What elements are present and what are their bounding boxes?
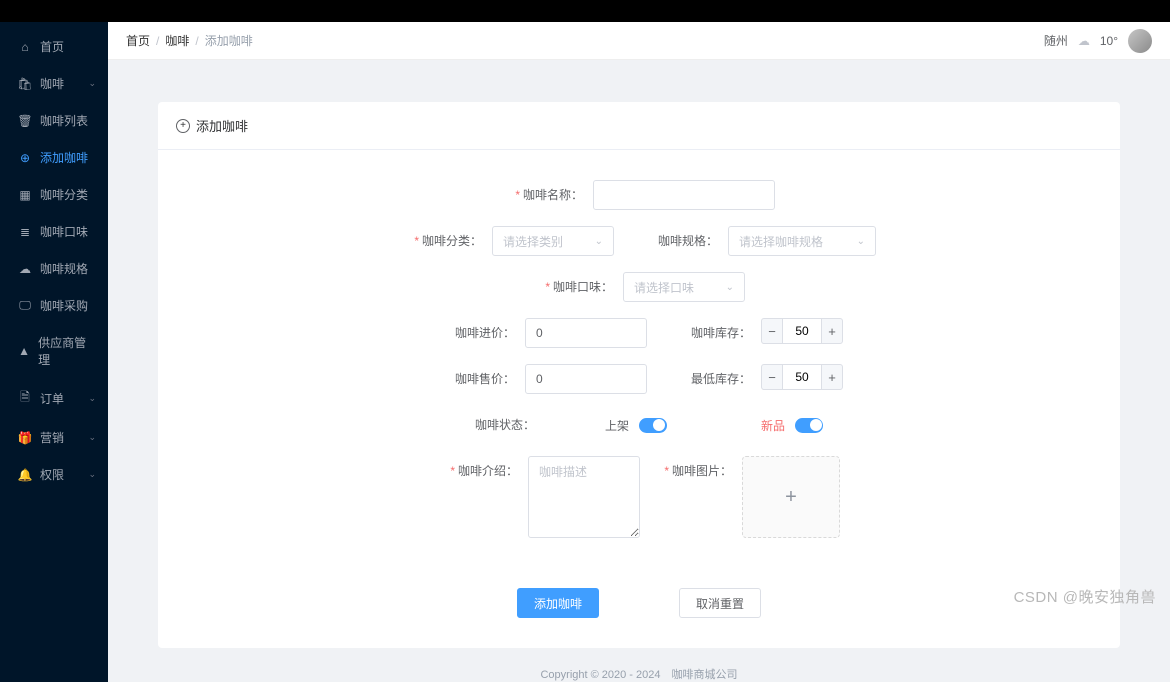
- stock-stepper[interactable]: − +: [761, 318, 843, 344]
- sidebar-item-spec[interactable]: ☁ 咖啡规格: [0, 250, 108, 287]
- weather-temp: 10°: [1100, 34, 1118, 48]
- spec-label: 咖啡规格：: [638, 226, 728, 256]
- sidebar-item-marketing[interactable]: 🎁 营销 ⌄: [0, 419, 108, 456]
- card: + 添加咖啡 咖啡名称： 咖啡分类： 请选择类别⌄: [158, 102, 1120, 648]
- desc-textarea[interactable]: [528, 456, 640, 538]
- sidebar-item-label: 营销: [40, 429, 64, 446]
- cost-input[interactable]: [525, 318, 647, 348]
- submit-button[interactable]: 添加咖啡: [517, 588, 599, 618]
- separator-icon: /: [195, 34, 198, 48]
- footer: Copyright © 2020 - 2024 咖啡商城公司: [158, 666, 1120, 682]
- chevron-down-icon: ⌄: [595, 236, 603, 247]
- stepper-minus[interactable]: −: [761, 318, 783, 344]
- person-icon: ▲: [18, 344, 30, 358]
- min-stock-input[interactable]: [783, 364, 821, 390]
- chevron-down-icon: ⌄: [88, 393, 96, 404]
- name-input[interactable]: [593, 180, 775, 210]
- breadcrumb-parent[interactable]: 咖啡: [165, 32, 189, 49]
- stepper-plus[interactable]: +: [821, 364, 843, 390]
- list-icon: ≣: [18, 225, 32, 239]
- watermark: CSDN @晚安独角兽: [1014, 586, 1156, 607]
- cost-label: 咖啡进价：: [435, 318, 525, 348]
- bell-icon: 🔔: [18, 468, 32, 482]
- new-switch[interactable]: [795, 418, 823, 433]
- grid-icon: ▦: [18, 188, 32, 202]
- sidebar-item-label: 订单: [40, 390, 64, 407]
- card-title: + 添加咖啡: [158, 102, 1120, 150]
- new-label: 新品: [761, 417, 785, 434]
- min-stock-label: 最低库存：: [671, 364, 761, 394]
- status-switch[interactable]: [639, 418, 667, 433]
- bag-icon: 🛍: [18, 77, 32, 91]
- breadcrumb-home[interactable]: 首页: [126, 32, 150, 49]
- chevron-down-icon: ⌄: [726, 282, 734, 293]
- separator-icon: /: [156, 34, 159, 48]
- plus-circle-icon: +: [176, 119, 190, 133]
- status-label: 咖啡状态：: [455, 410, 545, 440]
- stepper-minus[interactable]: −: [761, 364, 783, 390]
- chevron-down-icon: ⌄: [88, 469, 96, 480]
- chevron-down-icon: ⌄: [88, 78, 96, 89]
- stepper-plus[interactable]: +: [821, 318, 843, 344]
- price-label: 咖啡售价：: [435, 364, 525, 394]
- sidebar-item-coffee[interactable]: 🛍 咖啡 ⌄: [0, 65, 108, 102]
- stock-input[interactable]: [783, 318, 821, 344]
- sidebar-item-add-coffee[interactable]: ⊕ 添加咖啡: [0, 139, 108, 176]
- sidebar-item-supplier[interactable]: ▲ 供应商管理: [0, 324, 108, 378]
- weather-icon: ☁: [1078, 34, 1090, 48]
- sidebar-item-coffee-list[interactable]: 🗑 咖啡列表: [0, 102, 108, 139]
- sidebar-item-label: 添加咖啡: [40, 149, 88, 166]
- sidebar-item-label: 供应商管理: [38, 334, 90, 368]
- sidebar-item-taste[interactable]: ≣ 咖啡口味: [0, 213, 108, 250]
- image-uploader[interactable]: +: [742, 456, 840, 538]
- header: 首页 / 咖啡 / 添加咖啡 随州 ☁ 10°: [108, 22, 1170, 60]
- taste-label: 咖啡口味：: [533, 272, 623, 302]
- breadcrumb: 首页 / 咖啡 / 添加咖啡: [126, 32, 253, 49]
- name-label: 咖啡名称：: [503, 180, 593, 210]
- sidebar-item-orders[interactable]: 🗎 订单 ⌄: [0, 378, 108, 419]
- avatar[interactable]: [1128, 29, 1152, 53]
- sidebar-item-label: 首页: [40, 38, 64, 55]
- category-select[interactable]: 请选择类别⌄: [492, 226, 614, 256]
- sidebar-item-label: 咖啡分类: [40, 186, 88, 203]
- chevron-down-icon: ⌄: [857, 236, 865, 247]
- breadcrumb-current: 添加咖啡: [205, 32, 253, 49]
- stock-label: 咖啡库存：: [671, 318, 761, 348]
- status-on-label: 上架: [605, 417, 629, 434]
- sidebar-item-label: 咖啡采购: [40, 297, 88, 314]
- monitor-icon: 🖵: [18, 298, 32, 313]
- home-icon: ⌂: [18, 40, 32, 54]
- image-label: 咖啡图片：: [664, 456, 742, 486]
- sidebar-item-home[interactable]: ⌂ 首页: [0, 28, 108, 65]
- sidebar-item-label: 权限: [40, 466, 64, 483]
- taste-select[interactable]: 请选择口味⌄: [623, 272, 745, 302]
- sidebar-item-label: 咖啡: [40, 75, 64, 92]
- sidebar: ⌂ 首页 🛍 咖啡 ⌄ 🗑 咖啡列表 ⊕ 添加咖啡 ▦ 咖啡分类 ≣ 咖啡口味 ☁ 咖啡规格 🖵…: [0, 22, 108, 682]
- document-icon: 🗎: [18, 388, 32, 409]
- min-stock-stepper[interactable]: − +: [761, 364, 843, 390]
- spec-select[interactable]: 请选择咖啡规格⌄: [728, 226, 876, 256]
- chevron-down-icon: ⌄: [88, 432, 96, 443]
- cloud-icon: ☁: [18, 262, 32, 276]
- reset-button[interactable]: 取消重置: [679, 588, 761, 618]
- sidebar-item-category[interactable]: ▦ 咖啡分类: [0, 176, 108, 213]
- sidebar-item-purchase[interactable]: 🖵 咖啡采购: [0, 287, 108, 324]
- desc-label: 咖啡介绍：: [438, 456, 528, 486]
- category-label: 咖啡分类：: [402, 226, 492, 256]
- plus-circle-icon: ⊕: [18, 151, 32, 165]
- sidebar-item-label: 咖啡列表: [40, 112, 88, 129]
- plus-icon: +: [785, 486, 797, 509]
- sidebar-item-label: 咖啡口味: [40, 223, 88, 240]
- sidebar-item-permission[interactable]: 🔔 权限 ⌄: [0, 456, 108, 493]
- price-input[interactable]: [525, 364, 647, 394]
- weather-city: 随州: [1044, 32, 1068, 49]
- gift-icon: 🎁: [18, 431, 32, 445]
- sidebar-item-label: 咖啡规格: [40, 260, 88, 277]
- trash-icon: 🗑: [18, 114, 32, 128]
